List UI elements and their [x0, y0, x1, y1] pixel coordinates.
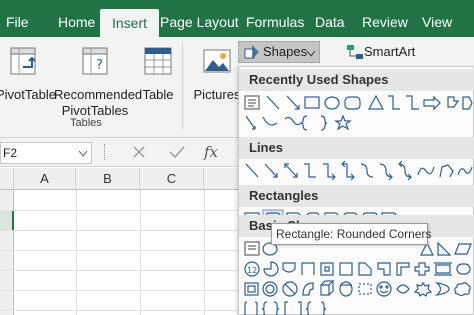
tab-insert[interactable]: Insert: [100, 9, 160, 37]
row-headers[interactable]: [0, 190, 14, 315]
column-header-a[interactable]: A: [14, 168, 76, 190]
lines-row: [243, 160, 473, 181]
shapes-gallery-dropdown: Recently Used Shapes Lines Rectangles Ba…: [238, 66, 474, 315]
name-box-value: F2: [3, 146, 18, 160]
column-divider: [140, 190, 141, 315]
shape-tooltip: Rectangle: Rounded Corners: [271, 223, 431, 245]
pictures-label: Pictures: [193, 87, 241, 102]
pictures-icon: [203, 49, 231, 73]
smartart-icon: [347, 45, 363, 59]
smartart-button[interactable]: SmartArt: [342, 41, 422, 63]
tab-home[interactable]: Home: [58, 8, 95, 37]
recommended-pivottables-label-1: Recommended: [54, 87, 143, 102]
recent-shapes-icons-2[interactable]: [243, 113, 473, 133]
row-header-selected[interactable]: [0, 210, 14, 230]
shapes-button[interactable]: Shapes: [238, 41, 320, 63]
section-header-rectangles: Rectangles: [239, 185, 474, 207]
recommended-pivottables-button[interactable]: ? Recommended PivotTables: [54, 45, 143, 119]
table-icon: [144, 47, 172, 75]
basic-shapes-row-3: [243, 279, 473, 299]
chevron-down-icon[interactable]: [79, 151, 87, 157]
select-all-corner[interactable]: [0, 168, 14, 190]
basic-shapes-icons-2[interactable]: 12: [243, 259, 473, 279]
svg-text:12: 12: [247, 266, 257, 275]
chevron-down-icon: [307, 51, 315, 57]
tab-review[interactable]: Review: [362, 8, 408, 37]
recent-shapes-row-2: [243, 113, 473, 133]
shapes-label: Shapes: [263, 44, 308, 59]
checkmark-icon[interactable]: [169, 145, 185, 159]
ribbon-tab-bar: File Home Insert Page Layout Formulas Da…: [0, 0, 474, 37]
pictures-button[interactable]: Pictures: [192, 45, 242, 103]
tab-data[interactable]: Data: [315, 8, 345, 37]
recent-shapes-row-1: [243, 93, 473, 113]
name-box[interactable]: F2: [0, 142, 92, 164]
table-button[interactable]: Table: [138, 45, 178, 103]
tables-group-label: Tables: [70, 117, 102, 129]
tab-page-layout[interactable]: Page Layout: [160, 8, 239, 37]
basic-shapes-icons-3[interactable]: [243, 279, 473, 299]
table-label: Table: [142, 87, 174, 102]
column-header-b[interactable]: B: [76, 168, 140, 190]
group-separator: [182, 43, 183, 129]
basic-shapes-row-2: 12: [243, 259, 473, 279]
insert-function-button[interactable]: fx: [204, 143, 218, 161]
cancel-x-icon[interactable]: [132, 145, 146, 159]
column-header-c[interactable]: C: [140, 168, 204, 190]
tab-formulas[interactable]: Formulas: [246, 8, 304, 37]
basic-shapes-row-4: [243, 299, 473, 315]
tab-file[interactable]: File: [6, 8, 29, 37]
svg-text:?: ?: [96, 58, 103, 73]
smartart-label: SmartArt: [364, 44, 416, 59]
shapes-icon: [244, 45, 259, 59]
name-box-splitter[interactable]: [104, 144, 106, 160]
basic-shapes-icons-4[interactable]: [243, 299, 473, 315]
pivottable-button[interactable]: PivotTable: [0, 45, 56, 103]
recommended-pivottables-icon: ?: [82, 47, 108, 75]
section-header-recently-used: Recently Used Shapes: [239, 69, 474, 91]
tab-view[interactable]: View: [422, 8, 452, 37]
column-divider: [76, 190, 77, 315]
column-divider: [204, 190, 205, 315]
line-shapes-icons[interactable]: [243, 160, 473, 181]
pivottable-label: PivotTable: [0, 87, 56, 102]
section-header-lines: Lines: [239, 137, 474, 159]
recent-shapes-icons[interactable]: [243, 93, 473, 113]
pivottable-icon: [10, 47, 36, 75]
